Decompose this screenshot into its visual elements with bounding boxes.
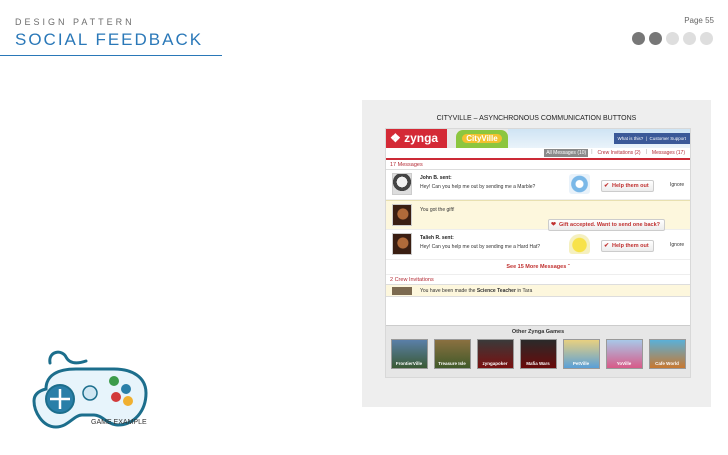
- crew-invitation-text: You have been made the Science Teacher i…: [420, 288, 533, 294]
- crew-invitations-header: 2 Crew Invitations: [386, 275, 690, 285]
- title-divider: [0, 55, 222, 56]
- page-dot-3[interactable]: [666, 32, 679, 45]
- avatar: [392, 233, 412, 255]
- message-tabs: All Messages (10) | Crew Invitations (2)…: [386, 148, 690, 160]
- cityville-screenshot: ❖ zynga CityVille What is this? | Custom…: [385, 128, 691, 378]
- other-games-bar: Other Zynga Games FrontierVille Treasure…: [386, 325, 690, 377]
- help-them-out-button[interactable]: ✔ Help them out: [601, 180, 654, 192]
- other-games-title: Other Zynga Games: [511, 329, 565, 335]
- crew-thumbnail: [392, 287, 412, 295]
- page-title: SOCIAL FEEDBACK: [15, 30, 204, 49]
- page-indicator: [632, 32, 713, 45]
- example-panel: CITYVILLE – ASYNCHRONOUS COMMUNICATION B…: [362, 100, 711, 407]
- message-text: You got the gift!: [420, 207, 455, 213]
- help-them-out-button[interactable]: ✔ Help them out: [601, 240, 654, 252]
- tab-messages[interactable]: Messages (17): [650, 149, 687, 157]
- message-text: Hey! Can you help me out by sending me a…: [420, 244, 541, 250]
- ignore-link[interactable]: Ignore: [670, 182, 684, 188]
- check-icon: ✔: [604, 243, 610, 249]
- message-row: John B. sent: Hey! Can you help me out b…: [386, 170, 690, 200]
- message-text: Hey! Can you help me out by sending me a…: [420, 184, 536, 190]
- game-tile-mafia-wars[interactable]: Mafia Wars: [519, 339, 557, 369]
- page-dot-4[interactable]: [683, 32, 696, 45]
- chevron-down-icon: ˆ: [567, 264, 570, 270]
- ignore-link[interactable]: Ignore: [670, 242, 684, 248]
- panel-caption: CITYVILLE – ASYNCHRONOUS COMMUNICATION B…: [436, 115, 637, 122]
- page-dot-5[interactable]: [700, 32, 713, 45]
- link-what-is-this[interactable]: What is this?: [618, 136, 644, 141]
- sender-name: John B. sent:: [420, 175, 452, 181]
- marble-gift-image: [569, 174, 590, 194]
- game-tile-treasure-isle[interactable]: Treasure Isle: [433, 339, 471, 369]
- top-links: What is this? | Customer Support: [613, 133, 690, 144]
- messages-header: 17 Messages: [386, 160, 690, 170]
- game-tile-zyngapoker[interactable]: zyngapoker: [476, 339, 514, 369]
- link-customer-support[interactable]: Customer Support: [649, 136, 686, 141]
- check-icon: ✔: [604, 183, 610, 189]
- page-dot-2[interactable]: [649, 32, 662, 45]
- tab-all-messages[interactable]: All Messages (10): [544, 149, 589, 157]
- game-tile-cafe-world[interactable]: Cafe World: [648, 339, 686, 369]
- tab-crew-invitations[interactable]: Crew Invitations (2): [596, 149, 643, 157]
- hard-hat-gift-image: [569, 234, 590, 254]
- game-tile-frontierville[interactable]: FrontierVille: [390, 339, 428, 369]
- zynga-topbar: ❖ zynga CityVille What is this? | Custom…: [386, 129, 690, 148]
- game-tile-yoville[interactable]: YoVille: [605, 339, 643, 369]
- cityville-logo[interactable]: CityVille: [456, 130, 508, 148]
- sender-name: Talieh R. sent:: [420, 235, 454, 241]
- page-dot-1[interactable]: [632, 32, 645, 45]
- message-row: You got the gift! ❤ Gift accepted. Want t…: [386, 200, 690, 231]
- pattern-kicker: DESIGN PATTERN: [15, 17, 135, 27]
- page-number: Page 55: [684, 16, 714, 25]
- message-row: Talieh R. sent: Hey! Can you help me out…: [386, 230, 690, 260]
- avatar: [392, 173, 412, 195]
- game-tile-petville[interactable]: PetVille: [562, 339, 600, 369]
- game-example-caption: GAME EXAMPLE: [91, 419, 147, 426]
- heart-icon: ❤: [551, 222, 557, 228]
- avatar: [392, 204, 412, 226]
- see-more-messages-link[interactable]: See 15 More Messages ˆ: [386, 260, 690, 275]
- zynga-logo[interactable]: ❖ zynga: [386, 129, 447, 148]
- crew-invitation-row: You have been made the Science Teacher i…: [386, 285, 690, 297]
